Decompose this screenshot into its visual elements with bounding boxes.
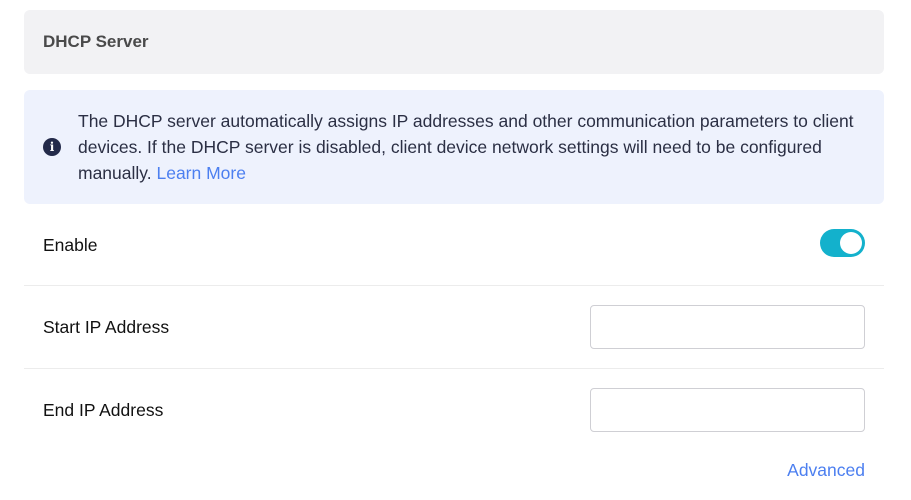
enable-row: Enable xyxy=(24,204,884,285)
end-ip-input[interactable] xyxy=(590,388,865,432)
end-ip-label: End IP Address xyxy=(43,400,164,420)
dhcp-server-panel: DHCP Server i The DHCP server automatica… xyxy=(0,0,911,500)
advanced-link[interactable]: Advanced xyxy=(787,460,865,481)
info-text: The DHCP server automatically assigns IP… xyxy=(78,108,868,186)
start-ip-input[interactable] xyxy=(590,305,865,349)
section-title: DHCP Server xyxy=(43,32,149,51)
section-header: DHCP Server xyxy=(24,10,884,74)
toggle-knob xyxy=(840,232,862,254)
start-ip-label: Start IP Address xyxy=(43,317,170,337)
enable-toggle[interactable] xyxy=(820,229,865,257)
info-banner: i The DHCP server automatically assigns … xyxy=(24,90,884,204)
learn-more-link[interactable]: Learn More xyxy=(156,163,246,183)
info-icon: i xyxy=(43,138,61,156)
enable-label: Enable xyxy=(43,235,98,255)
